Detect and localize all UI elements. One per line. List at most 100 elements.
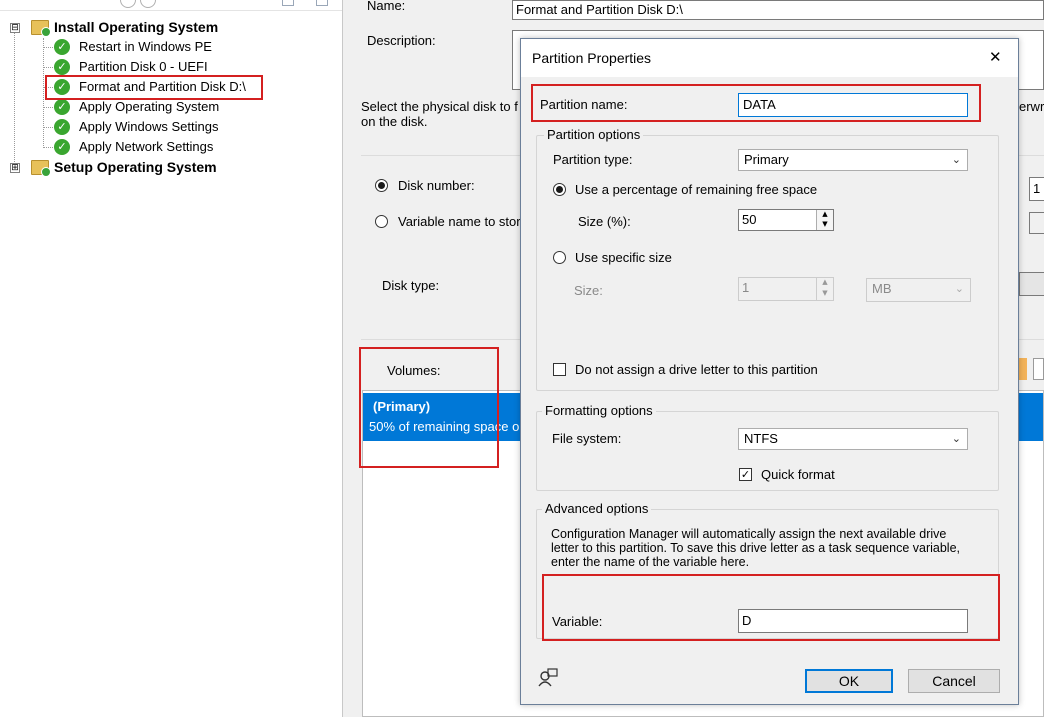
name-field[interactable]: Format and Partition Disk D:\	[512, 0, 1044, 20]
variable-input[interactable]: D	[738, 609, 968, 633]
quick-format-label: Quick format	[761, 467, 835, 482]
variable-name-label: Variable name to stor	[398, 214, 521, 229]
instructions-text: Select the physical disk to f on the dis…	[361, 99, 518, 129]
partition-name-label: Partition name:	[540, 97, 628, 112]
variable-label: Variable:	[552, 614, 603, 629]
spin-down-icon[interactable]: ▼	[817, 220, 833, 230]
folder-icon	[31, 160, 51, 177]
disk-number-label: Disk number:	[398, 178, 475, 193]
use-percentage-label: Use a percentage of remaining free space	[575, 182, 818, 197]
close-icon[interactable]: ✕	[989, 48, 1002, 66]
size-unit-value: MB	[872, 281, 892, 296]
advanced-description-line-3: enter the name of the variable here.	[551, 555, 750, 569]
size-percent-input[interactable]: 50 ▲ ▼	[738, 209, 834, 231]
back-icon[interactable]	[120, 0, 136, 8]
file-system-label: File system:	[552, 431, 622, 446]
tree-step-label: Partition Disk 0 - UEFI	[79, 59, 208, 74]
cancel-button[interactable]: Cancel	[908, 669, 1000, 693]
volumes-label: Volumes:	[387, 363, 441, 378]
dialog-title: Partition Properties	[532, 50, 652, 66]
variable-name-radio[interactable]	[375, 215, 388, 228]
partition-name-input[interactable]: DATA	[738, 93, 968, 117]
spin-up-icon[interactable]: ▲	[817, 210, 833, 220]
size-input[interactable]: 1 ▲ ▼	[738, 277, 834, 301]
tree-step-partition-disk-0[interactable]: ✓ Partition Disk 0 - UEFI	[0, 57, 340, 77]
instructions-line-2: on the disk.	[361, 114, 428, 129]
advanced-description-line-1: Configuration Manager will automatically…	[551, 527, 947, 541]
file-system-combo[interactable]: NTFS ⌄	[738, 428, 968, 450]
success-check-icon: ✓	[54, 59, 70, 75]
size-label: Size:	[574, 283, 603, 298]
instructions-right-fragment: erwri	[1019, 99, 1044, 114]
forward-icon[interactable]	[140, 0, 156, 8]
spin-up-icon[interactable]: ▲	[817, 278, 833, 289]
size-spinner[interactable]: ▲ ▼	[816, 278, 833, 300]
tree-step-apply-windows-settings[interactable]: ✓ Apply Windows Settings	[0, 117, 340, 137]
tree-group-install-os[interactable]: ⊟ Install Operating System	[0, 17, 340, 37]
tree-group-setup-os[interactable]: ⊞ Setup Operating System	[0, 157, 340, 177]
quick-format-checkbox[interactable]: ✓	[739, 468, 752, 481]
advanced-options-title: Advanced options	[542, 501, 652, 516]
tree-step-label: Apply Windows Settings	[79, 119, 219, 134]
size-percent-label: Size (%):	[578, 214, 631, 229]
advanced-description: Configuration Manager will automatically…	[551, 527, 960, 569]
properties-icon[interactable]	[282, 0, 294, 6]
use-percentage-radio[interactable]	[553, 183, 566, 196]
disk-number-field[interactable]: 1	[1029, 177, 1044, 201]
partition-properties-dialog: Partition Properties ✕ Partition name: D…	[520, 38, 1019, 705]
volume-properties-icon[interactable]	[1033, 358, 1044, 380]
no-drive-letter-checkbox[interactable]	[553, 363, 566, 376]
success-check-icon: ✓	[54, 119, 70, 135]
no-drive-letter-label: Do not assign a drive letter to this par…	[575, 362, 818, 377]
tree-step-label: Apply Operating System	[79, 99, 220, 114]
description-label: Description:	[367, 33, 436, 48]
file-system-value: NTFS	[744, 431, 778, 446]
use-specific-size-label: Use specific size	[575, 250, 672, 265]
success-check-icon: ✓	[54, 99, 70, 115]
tree-step-format-partition-d[interactable]: ✓ Format and Partition Disk D:\	[0, 77, 340, 97]
partition-type-label: Partition type:	[553, 152, 633, 167]
task-sequence-tree: ⊟ Install Operating System ✓ Restart in …	[0, 0, 343, 717]
size-value: 1	[742, 280, 750, 295]
disk-number-radio[interactable]	[375, 179, 388, 192]
expand-icon[interactable]: ⊞	[10, 163, 20, 173]
tree-step-label: Restart in Windows PE	[79, 39, 212, 54]
tree-step-restart-winpe[interactable]: ✓ Restart in Windows PE	[0, 37, 340, 57]
size-unit-combo[interactable]: MB ⌄	[866, 278, 971, 302]
disk-type-label: Disk type:	[382, 278, 440, 293]
size-percent-value: 50	[742, 212, 757, 227]
help-user-icon[interactable]	[537, 667, 559, 689]
tree-group-label: Setup Operating System	[54, 159, 217, 175]
advanced-description-line-2: letter to this partition. To save this d…	[551, 541, 961, 555]
folder-icon	[31, 20, 51, 37]
volume-item-title: (Primary)	[373, 399, 431, 414]
formatting-options-title: Formatting options	[542, 403, 656, 418]
ok-button[interactable]: OK	[805, 669, 893, 693]
variable-name-field[interactable]	[1029, 212, 1044, 234]
partition-options-title: Partition options	[544, 127, 644, 142]
spin-down-icon[interactable]: ▼	[817, 289, 833, 300]
tree-step-apply-network-settings[interactable]: ✓ Apply Network Settings	[0, 137, 340, 157]
dialog-titlebar: Partition Properties ✕	[521, 39, 1018, 77]
success-check-icon: ✓	[54, 39, 70, 55]
disk-type-combo[interactable]	[1019, 272, 1044, 296]
tree-step-apply-os[interactable]: ✓ Apply Operating System	[0, 97, 340, 117]
collapse-icon[interactable]: ⊟	[10, 23, 20, 33]
partition-type-value: Primary	[744, 152, 789, 167]
success-check-icon: ✓	[54, 79, 70, 95]
use-specific-size-radio[interactable]	[553, 251, 566, 264]
new-volume-icon[interactable]	[1019, 358, 1027, 380]
tool-icon[interactable]	[316, 0, 328, 6]
chevron-down-icon: ⌄	[951, 432, 961, 445]
volume-item-detail: 50% of remaining space o	[369, 419, 520, 434]
partition-type-combo[interactable]: Primary ⌄	[738, 149, 968, 171]
chevron-down-icon: ⌄	[951, 153, 961, 166]
toolbar-fragment	[0, 0, 342, 11]
size-percent-spinner[interactable]: ▲ ▼	[816, 210, 833, 230]
name-label: Name:	[367, 0, 406, 13]
tree-group-label: Install Operating System	[54, 19, 219, 35]
instructions-line-1: Select the physical disk to f	[361, 99, 518, 114]
tree-step-label: Format and Partition Disk D:\	[79, 79, 246, 94]
chevron-down-icon: ⌄	[954, 282, 964, 295]
success-check-icon: ✓	[54, 139, 70, 155]
